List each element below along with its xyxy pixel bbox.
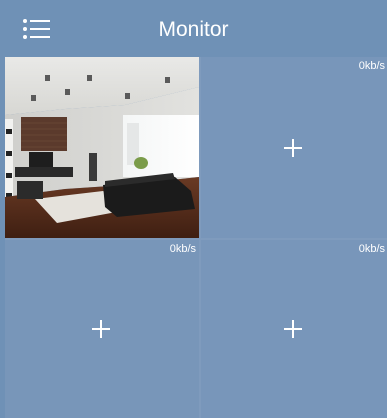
app-header: Monitor — [0, 0, 387, 57]
bitrate-label: 0kb/s — [358, 60, 385, 72]
bitrate-label: 0kb/s — [358, 243, 385, 255]
plus-icon[interactable] — [284, 139, 302, 157]
grid-divider-horizontal — [5, 238, 387, 240]
camera-cell-3[interactable]: 0kb/s — [5, 240, 199, 418]
monitor-screen: Monitor 0kb/s 0kb/s 0kb/s — [0, 0, 387, 418]
camera-snapshot — [5, 57, 199, 238]
bitrate-label: 0kb/s — [169, 243, 196, 255]
camera-grid: 0kb/s 0kb/s 0kb/s — [0, 57, 387, 418]
plus-icon[interactable] — [92, 320, 110, 338]
camera-cell-4[interactable]: 0kb/s — [201, 240, 387, 418]
camera-cell-1[interactable] — [5, 57, 199, 238]
camera-cell-2[interactable]: 0kb/s — [201, 57, 387, 238]
plus-icon[interactable] — [284, 320, 302, 338]
page-title: Monitor — [158, 18, 229, 41]
